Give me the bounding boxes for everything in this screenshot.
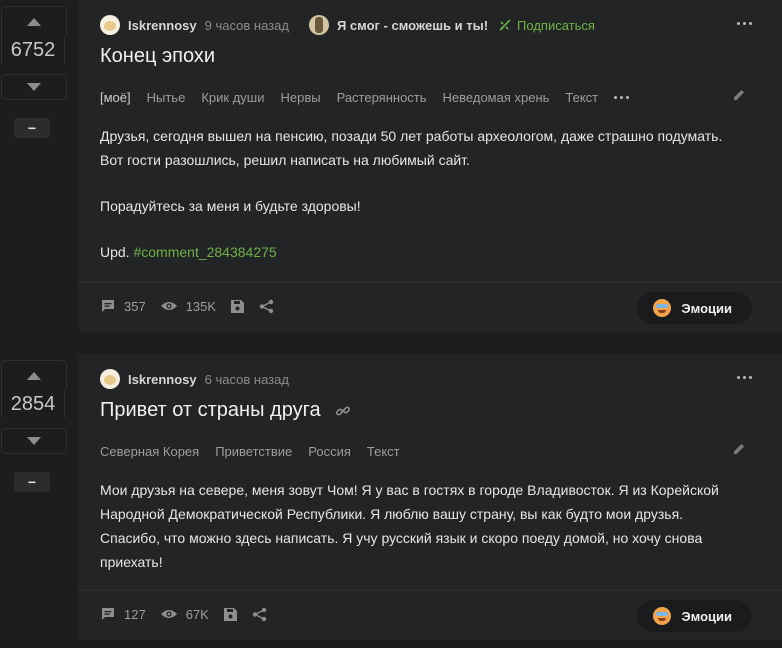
- share-button[interactable]: [259, 299, 274, 314]
- tag-list: Северная Корея Приветствие Россия Текст: [100, 444, 400, 459]
- subscribe-button[interactable]: Подписаться: [498, 18, 595, 33]
- arrow-down-icon: [27, 83, 41, 91]
- minus-button[interactable]: −: [14, 118, 50, 138]
- post-time: 6 часов назад: [204, 371, 289, 387]
- rating-count: 6752: [1, 36, 65, 64]
- tag[interactable]: [моё]: [100, 90, 131, 105]
- more-icon[interactable]: [737, 376, 752, 379]
- eye-icon: [160, 610, 177, 618]
- arrow-down-icon: [27, 437, 41, 445]
- emotions-label: Эмоции: [681, 608, 732, 624]
- share-button[interactable]: [252, 607, 267, 622]
- comment-icon: [102, 300, 114, 312]
- update-label: Upd.: [100, 244, 130, 260]
- share-icon: [259, 299, 274, 313]
- save-button[interactable]: [230, 299, 245, 314]
- save-icon: [231, 299, 245, 313]
- emoji-icon: [653, 299, 672, 317]
- emotions-label: Эмоции: [681, 300, 732, 316]
- views-count: 135K: [185, 298, 217, 314]
- tag[interactable]: Северная Корея: [100, 444, 199, 459]
- share-icon: [252, 607, 267, 621]
- emotions-button[interactable]: Эмоции: [637, 600, 752, 632]
- update-line: Upd. #comment_284384275: [100, 240, 750, 264]
- comment-link[interactable]: #comment_284384275: [133, 244, 276, 260]
- post-title[interactable]: Конец эпохи: [100, 45, 215, 68]
- views-stat: 135K: [160, 299, 216, 314]
- author-link[interactable]: Iskrennosy: [128, 372, 197, 387]
- tag[interactable]: Россия: [308, 444, 351, 459]
- comment-icon: [102, 608, 114, 620]
- body-line: Порадуйтесь за меня и будьте здоровы!: [100, 198, 361, 214]
- author-link[interactable]: Iskrennosy: [128, 18, 197, 33]
- post-2: 2854 − Iskrennosy 6 часов назад Привет о…: [0, 354, 782, 640]
- post-title-text: Привет от страны друга: [100, 399, 321, 421]
- comments-button[interactable]: 357: [100, 298, 146, 314]
- post-stats: 127 67K: [100, 606, 281, 622]
- views-count: 67K: [185, 606, 209, 622]
- pencil-icon[interactable]: [732, 442, 746, 456]
- upvote-button[interactable]: [1, 360, 67, 391]
- tag[interactable]: Растерянность: [337, 90, 427, 105]
- body-line: Вот гости разошлись, решил написать на л…: [100, 152, 470, 168]
- tag[interactable]: Нытье: [147, 90, 186, 105]
- tag[interactable]: Неведомая хрень: [443, 90, 550, 105]
- post-footer: 357 135K Эмоции: [78, 282, 782, 333]
- upvote-button[interactable]: [1, 6, 67, 37]
- eye-icon: [160, 302, 177, 310]
- tag[interactable]: Приветствие: [215, 444, 292, 459]
- tag[interactable]: Текст: [367, 444, 400, 459]
- avatar[interactable]: [100, 369, 120, 389]
- save-button[interactable]: [223, 607, 238, 622]
- rating-count: 2854: [1, 390, 65, 418]
- body-line: Мои друзья на севере, меня зовут Чом! Я …: [100, 482, 719, 498]
- tag-list: [моё] Нытье Крик души Нервы Растерянност…: [100, 90, 630, 105]
- community-avatar[interactable]: [308, 15, 329, 35]
- community-link[interactable]: Я смог - сможешь и ты!: [337, 18, 488, 33]
- views-stat: 67K: [160, 607, 209, 622]
- post-card: Iskrennosy 6 часов назад Привет от стран…: [78, 354, 782, 640]
- subscribe-icon: [499, 19, 511, 31]
- body-line: Друзья, сегодня вышел на пенсию, позади …: [100, 128, 723, 144]
- post-title[interactable]: Привет от страны друга: [100, 399, 351, 422]
- tag[interactable]: Текст: [565, 90, 598, 105]
- pencil-icon[interactable]: [732, 88, 746, 102]
- minus-button[interactable]: −: [14, 472, 50, 492]
- link-icon[interactable]: [335, 403, 351, 419]
- emoji-icon: [653, 607, 672, 625]
- post-1: 6752 − Iskrennosy 9 часов назад Я смог -…: [0, 0, 782, 332]
- tag[interactable]: Нервы: [280, 90, 320, 105]
- post-time: 9 часов назад: [204, 17, 289, 33]
- body-line: Спасибо, что можно здесь написать. Я учу…: [100, 530, 703, 546]
- subscribe-label: Подписаться: [517, 17, 595, 33]
- tag[interactable]: Крик души: [201, 90, 264, 105]
- comments-count: 127: [124, 606, 146, 622]
- post-footer: 127 67K Эмоции: [78, 590, 782, 641]
- body-line: приехать!: [100, 554, 163, 570]
- post-header: Iskrennosy 9 часов назад Я смог - сможеш…: [100, 14, 595, 36]
- arrow-up-icon: [27, 372, 41, 380]
- avatar[interactable]: [100, 15, 120, 35]
- post-title-text: Конец эпохи: [100, 45, 216, 67]
- post-card: Iskrennosy 9 часов назад Я смог - сможеш…: [78, 0, 782, 332]
- downvote-button[interactable]: [1, 428, 67, 454]
- arrow-up-icon: [27, 18, 41, 26]
- more-icon[interactable]: [737, 22, 752, 25]
- more-tags-icon[interactable]: [614, 96, 630, 99]
- downvote-button[interactable]: [1, 74, 67, 100]
- save-icon: [223, 607, 237, 621]
- body-line: Народной Демократической Республики. Я л…: [100, 506, 684, 522]
- comments-button[interactable]: 127: [100, 606, 146, 622]
- post-stats: 357 135K: [100, 298, 288, 314]
- post-body: Друзья, сегодня вышел на пенсию, позади …: [100, 124, 750, 264]
- post-body: Мои друзья на севере, меня зовут Чом! Я …: [100, 478, 750, 574]
- post-header: Iskrennosy 6 часов назад: [100, 368, 309, 390]
- comments-count: 357: [124, 298, 146, 314]
- emotions-button[interactable]: Эмоции: [637, 292, 752, 324]
